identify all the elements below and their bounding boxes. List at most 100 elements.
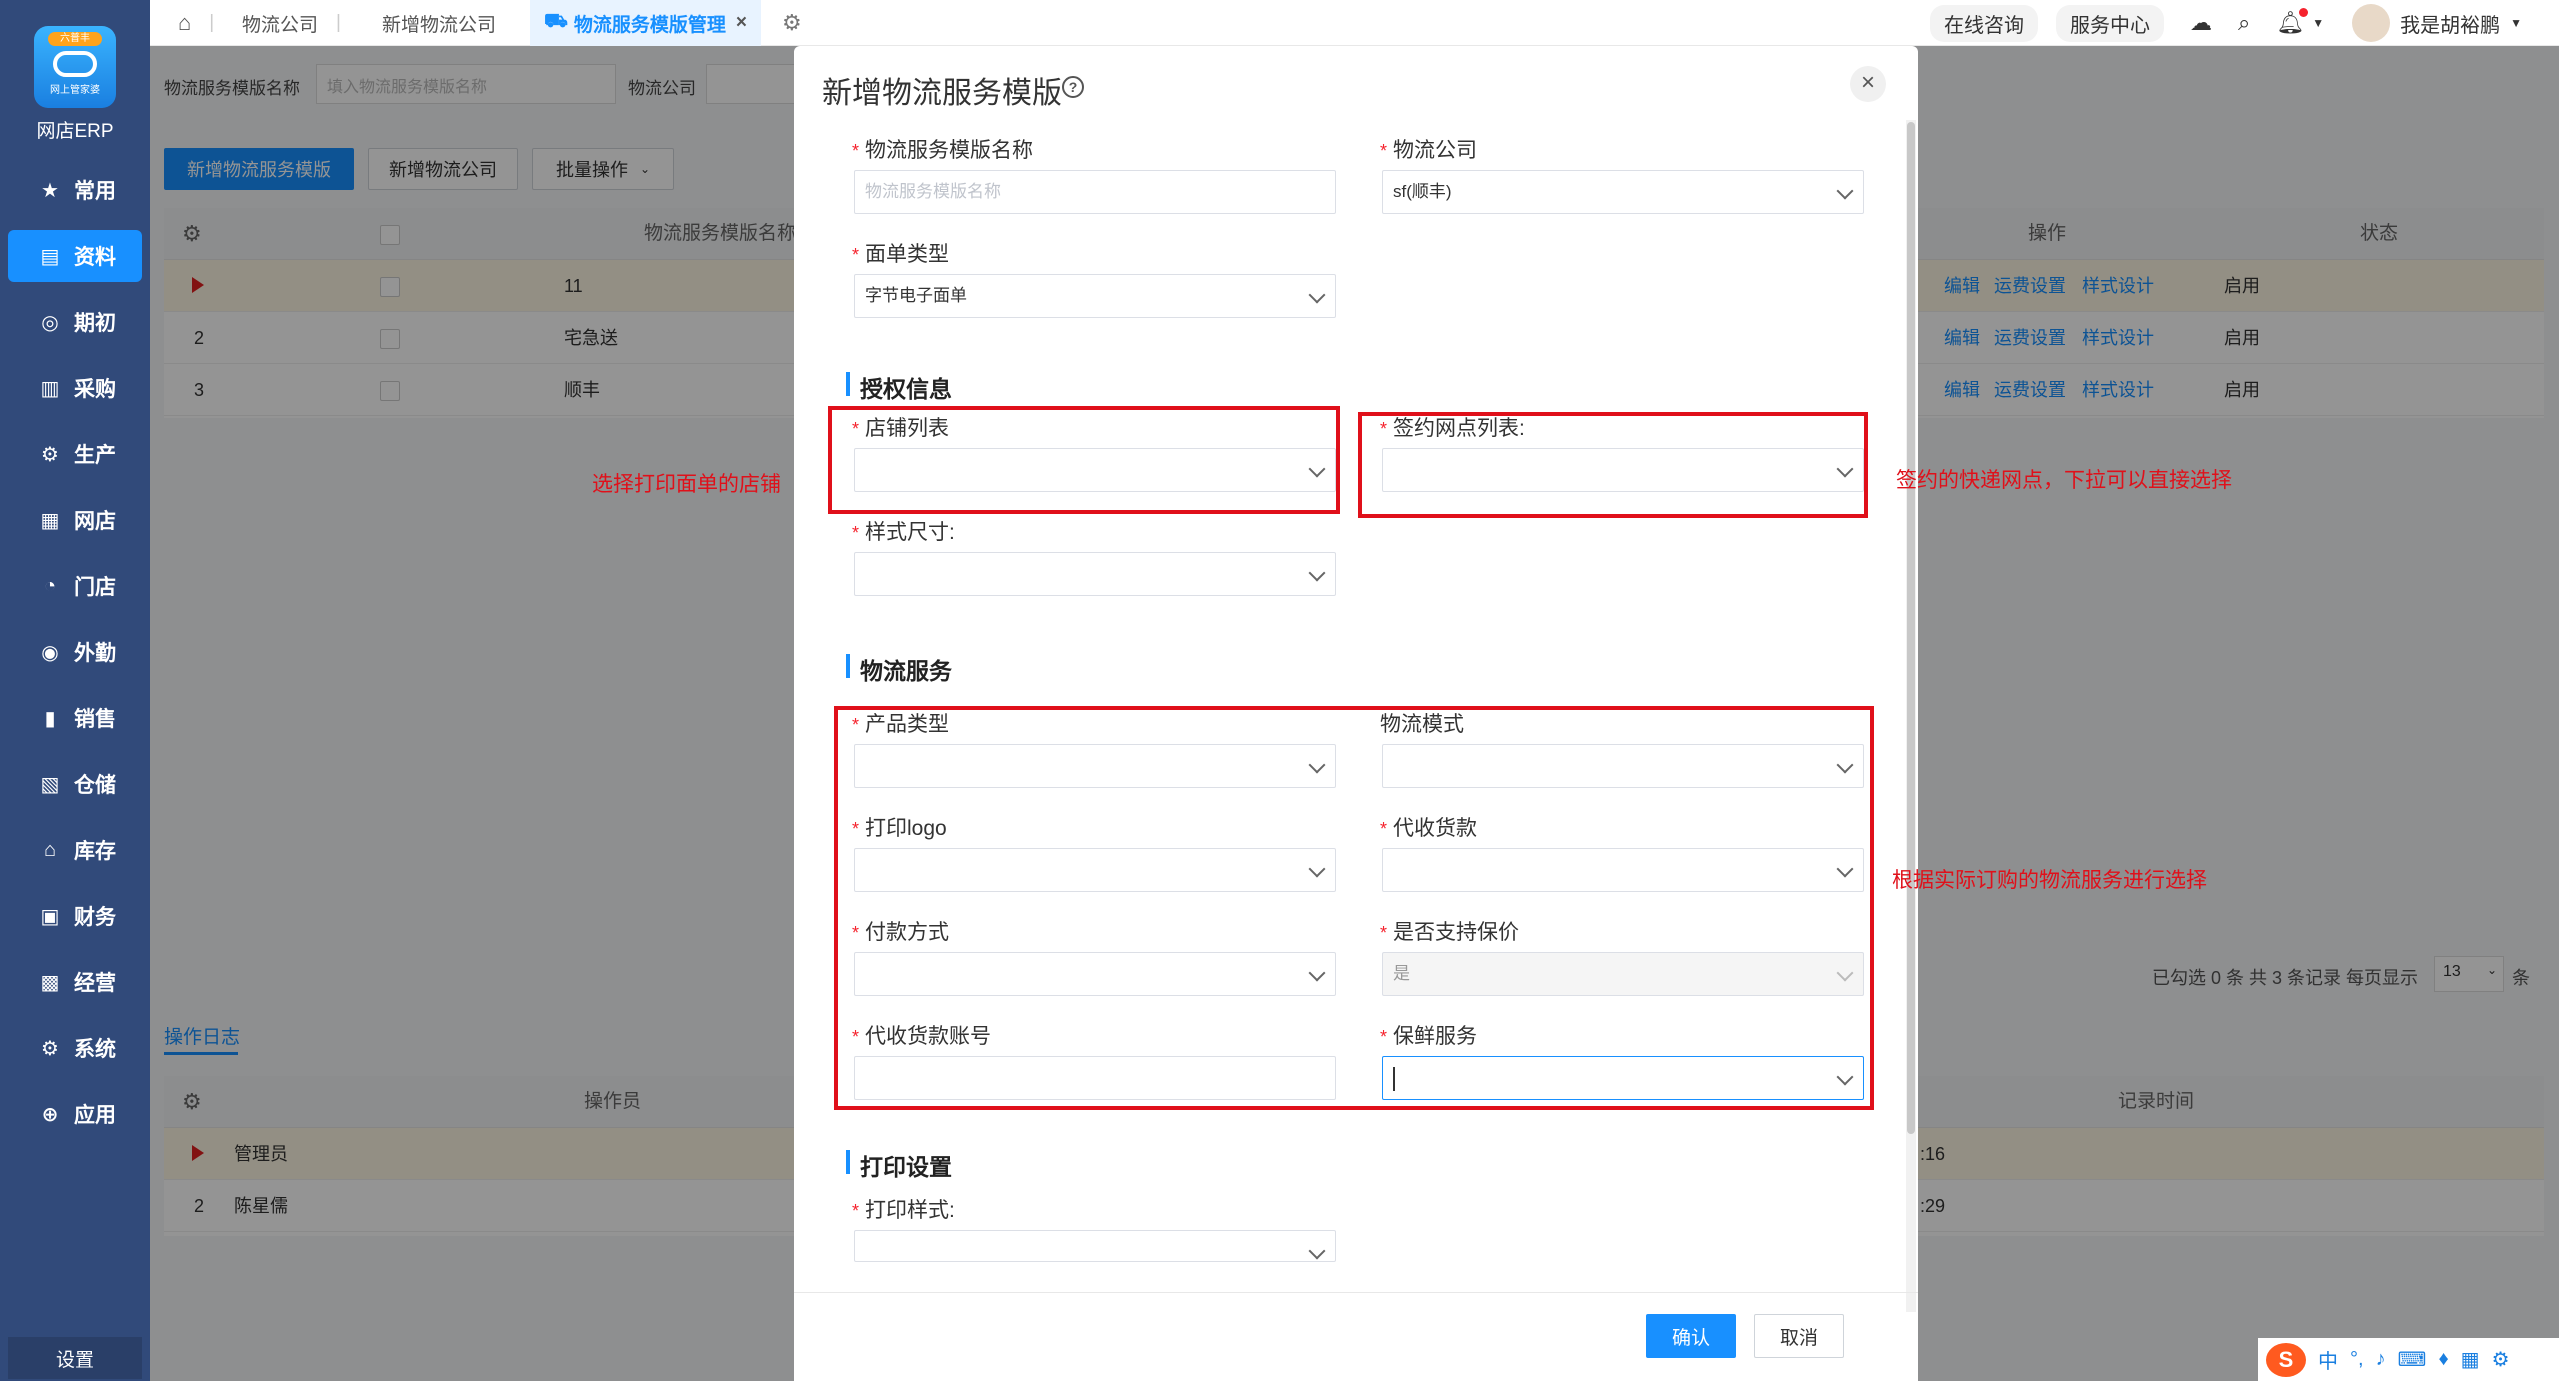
sidebar-item-3[interactable]: ▥ 采购 [8,362,142,414]
chevron-down-icon [1308,1242,1326,1260]
sidebar-item-1[interactable]: ▤ 资料 [8,230,142,282]
sidebar-item-11[interactable]: ▣ 财务 [8,890,142,942]
target-icon: ◎ [41,311,59,334]
sogou-logo-icon[interactable]: S [2266,1342,2306,1377]
style-size-select[interactable] [854,552,1336,596]
close-tab-icon[interactable]: × [736,12,747,34]
avatar[interactable] [2352,4,2391,42]
sidebar-item-5[interactable]: ▦ 网店 [8,494,142,546]
section-auth: 授权信息 [846,370,952,404]
ime-punct-icon[interactable]: °, [2350,1348,2364,1371]
home-tab[interactable]: ⌂ | [178,0,214,46]
label-company: * 物流公司 [1380,139,1478,162]
chevron-down-icon [1836,182,1854,200]
sales-icon: ▮ [44,707,56,730]
label-style-size: * 样式尺寸: [852,521,955,544]
annotation-service-note: 根据实际订购的物流服务进行选择 [1892,869,2207,892]
user-menu-chevron-icon[interactable]: ▼ [2510,16,2522,30]
sidebar-item-6[interactable]: ◔ 门店 [8,560,142,612]
label-template-name: * 物流服务模版名称 [852,139,1034,162]
online-consult-button[interactable]: 在线咨询 [1930,4,2038,42]
purchase-icon: ▥ [40,377,60,400]
sidebar-item-label: 资料 [74,246,116,269]
print-style-select[interactable] [854,1230,1336,1262]
sidebar-item-9[interactable]: ▧ 仓储 [8,758,142,810]
warehouse-icon: ▧ [40,773,60,796]
inventory-icon: ⌂ [43,838,57,861]
sidebar-item-label: 系统 [74,1038,116,1061]
field-icon: ◉ [41,641,59,664]
sidebar-item-label: 采购 [74,378,116,401]
document-icon: ▤ [40,245,60,268]
business-icon: ▩ [40,971,60,994]
required-mark: * [1380,141,1388,161]
ime-mic-icon[interactable]: ♪ [2376,1348,2386,1371]
system-icon: ⚙ [41,1037,59,1060]
close-button[interactable]: × [1850,66,1886,102]
chevron-down-icon [1308,286,1326,304]
sidebar-item-4[interactable]: ⚙ 生产 [8,428,142,480]
settings-button[interactable]: 设置 [8,1337,142,1379]
company-select[interactable]: sf(顺丰) [1382,170,1864,214]
search-icon[interactable]: ⌕ [2238,10,2250,36]
required-mark: * [852,141,860,161]
annotation-box-branch [1358,412,1868,518]
annotation-branch-note: 签约的快递网点，下拉可以直接选择 [1896,469,2232,492]
sidebar-item-label: 门店 [74,576,116,599]
production-icon: ⚙ [41,443,59,466]
sidebar-item-2[interactable]: ◎ 期初 [8,296,142,348]
section-logistics-service: 物流服务 [846,652,952,686]
cloud-download-icon[interactable]: ☁ [2190,10,2212,36]
finance-icon: ▣ [40,905,60,928]
confirm-button[interactable]: 确认 [1646,1314,1736,1358]
sidebar-item-7[interactable]: ◉ 外勤 [8,626,142,678]
user-name[interactable]: 我是胡裕鹏 [2400,9,2500,38]
sidebar-item-10[interactable]: ⌂ 库存 [8,824,142,876]
app-root: 六普丰 网上管家婆 网店ERP ★ 常用 ▤ 资料 ◎ 期初 ▥ 采购 ⚙ 生产 ▦ 网店 ◔ 门店 ◉ 外勤… [0,0,2559,1381]
chevron-down-icon[interactable]: ▼ [2312,16,2324,30]
ime-keyboard-icon[interactable]: ⌨ [2398,1347,2427,1372]
sidebar: 六普丰 网上管家婆 网店ERP ★ 常用 ▤ 资料 ◎ 期初 ▥ 采购 ⚙ 生产 ▦ 网店 ◔ 门店 ◉ 外勤… [0,0,150,1381]
sidebar-item-label: 网店 [74,510,116,533]
ime-settings-icon[interactable]: ⚙ [2492,1347,2510,1372]
service-center-button[interactable]: 服务中心 [2056,4,2164,42]
help-icon[interactable]: ? [1062,76,1084,98]
ime-grid-icon[interactable]: ▦ [2461,1347,2480,1372]
app-name: 网店ERP [36,121,114,142]
sidebar-item-13[interactable]: ⚙ 系统 [8,1022,142,1074]
chevron-down-icon [1308,564,1326,582]
tab-logistics-template-mgmt[interactable]: ⛟ 物流服务模版管理 × [530,0,762,46]
template-name-input[interactable]: 物流服务模版名称 [854,170,1336,214]
sidebar-item-label: 期初 [74,312,116,335]
sidebar-item-14[interactable]: ⊕ 应用 [8,1088,142,1140]
label-waybill-type: * 面单类型 [852,243,950,266]
section-print-settings: 打印设置 [846,1148,952,1182]
ime-toolbar[interactable]: S 中 °, ♪ ⌨ ♦ ▦ ⚙ [2258,1338,2559,1381]
sidebar-item-label: 常用 [74,180,116,203]
ime-chinese-icon[interactable]: 中 [2318,1345,2338,1374]
cancel-button[interactable]: 取消 [1754,1314,1844,1358]
top-bar: ⌂ | 物流公司 | 新增物流公司 ⛟ 物流服务模版管理 × ⚙ 在线咨询 服务中心… [150,0,2559,46]
home-icon: ⌂ [178,10,192,35]
required-mark: * [852,245,860,265]
waybill-type-select[interactable]: 字节电子面单 [854,274,1336,318]
tab-settings-gear-icon[interactable]: ⚙ [782,0,802,46]
star-icon: ★ [41,179,59,202]
sidebar-item-label: 外勤 [74,642,116,665]
scrollbar-thumb[interactable] [1907,122,1915,1134]
annotation-box-service [834,706,1874,1110]
sidebar-item-0[interactable]: ★ 常用 [8,164,142,216]
tab-logistics-company[interactable]: 物流公司 | [242,0,341,46]
logo-subtitle: 网上管家婆 [50,84,100,96]
modal-title: 新增物流服务模版 [822,77,1062,110]
app-logo[interactable]: 六普丰 网上管家婆 [34,26,116,108]
tab-add-logistics-company[interactable]: 新增物流公司 [382,0,496,46]
sidebar-item-8[interactable]: ▮ 销售 [8,692,142,744]
pie-icon: ◔ [43,574,57,597]
sidebar-item-label: 生产 [74,444,116,467]
sidebar-item-label: 应用 [74,1104,116,1127]
ime-skin-icon[interactable]: ♦ [2438,1348,2448,1371]
bell-icon[interactable]: 🔔︎ [2276,8,2309,36]
cloud-icon [53,50,97,77]
sidebar-item-12[interactable]: ▩ 经营 [8,956,142,1008]
